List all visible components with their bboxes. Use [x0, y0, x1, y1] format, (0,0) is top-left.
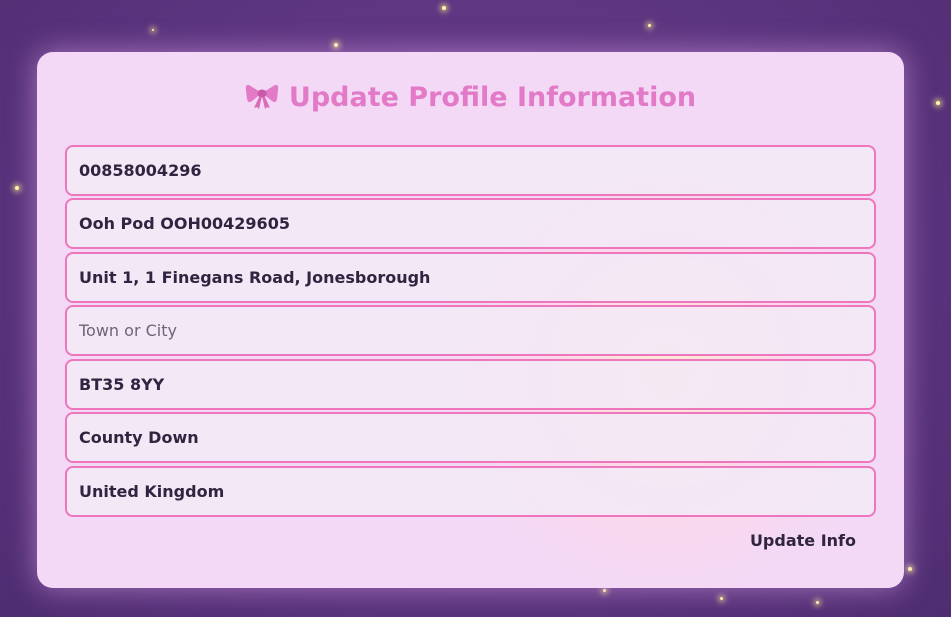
town-city-input[interactable]	[65, 305, 876, 356]
sparkle-decoration	[936, 101, 940, 105]
update-info-button[interactable]: Update Info	[744, 527, 862, 554]
sparkle-decoration	[334, 43, 338, 47]
address-line-2-input[interactable]	[65, 252, 876, 303]
sparkle-decoration	[15, 186, 19, 190]
sparkle-decoration	[908, 567, 912, 571]
profile-form-card: Update Profile Information Update Info	[37, 52, 904, 588]
postcode-input[interactable]	[65, 359, 876, 410]
page-title: Update Profile Information	[288, 82, 697, 113]
ribbon-bow-icon	[245, 81, 279, 121]
sparkle-decoration	[816, 601, 819, 604]
address-line-1-input[interactable]	[65, 198, 876, 249]
sparkle-decoration	[152, 29, 154, 31]
phone-number-input[interactable]	[65, 145, 876, 196]
sparkle-decoration	[603, 589, 606, 592]
sparkle-decoration	[442, 6, 446, 10]
country-input[interactable]	[65, 466, 876, 517]
sparkle-decoration	[720, 597, 723, 600]
county-input[interactable]	[65, 412, 876, 463]
form-header: Update Profile Information	[37, 78, 904, 118]
sparkle-decoration	[648, 24, 651, 27]
